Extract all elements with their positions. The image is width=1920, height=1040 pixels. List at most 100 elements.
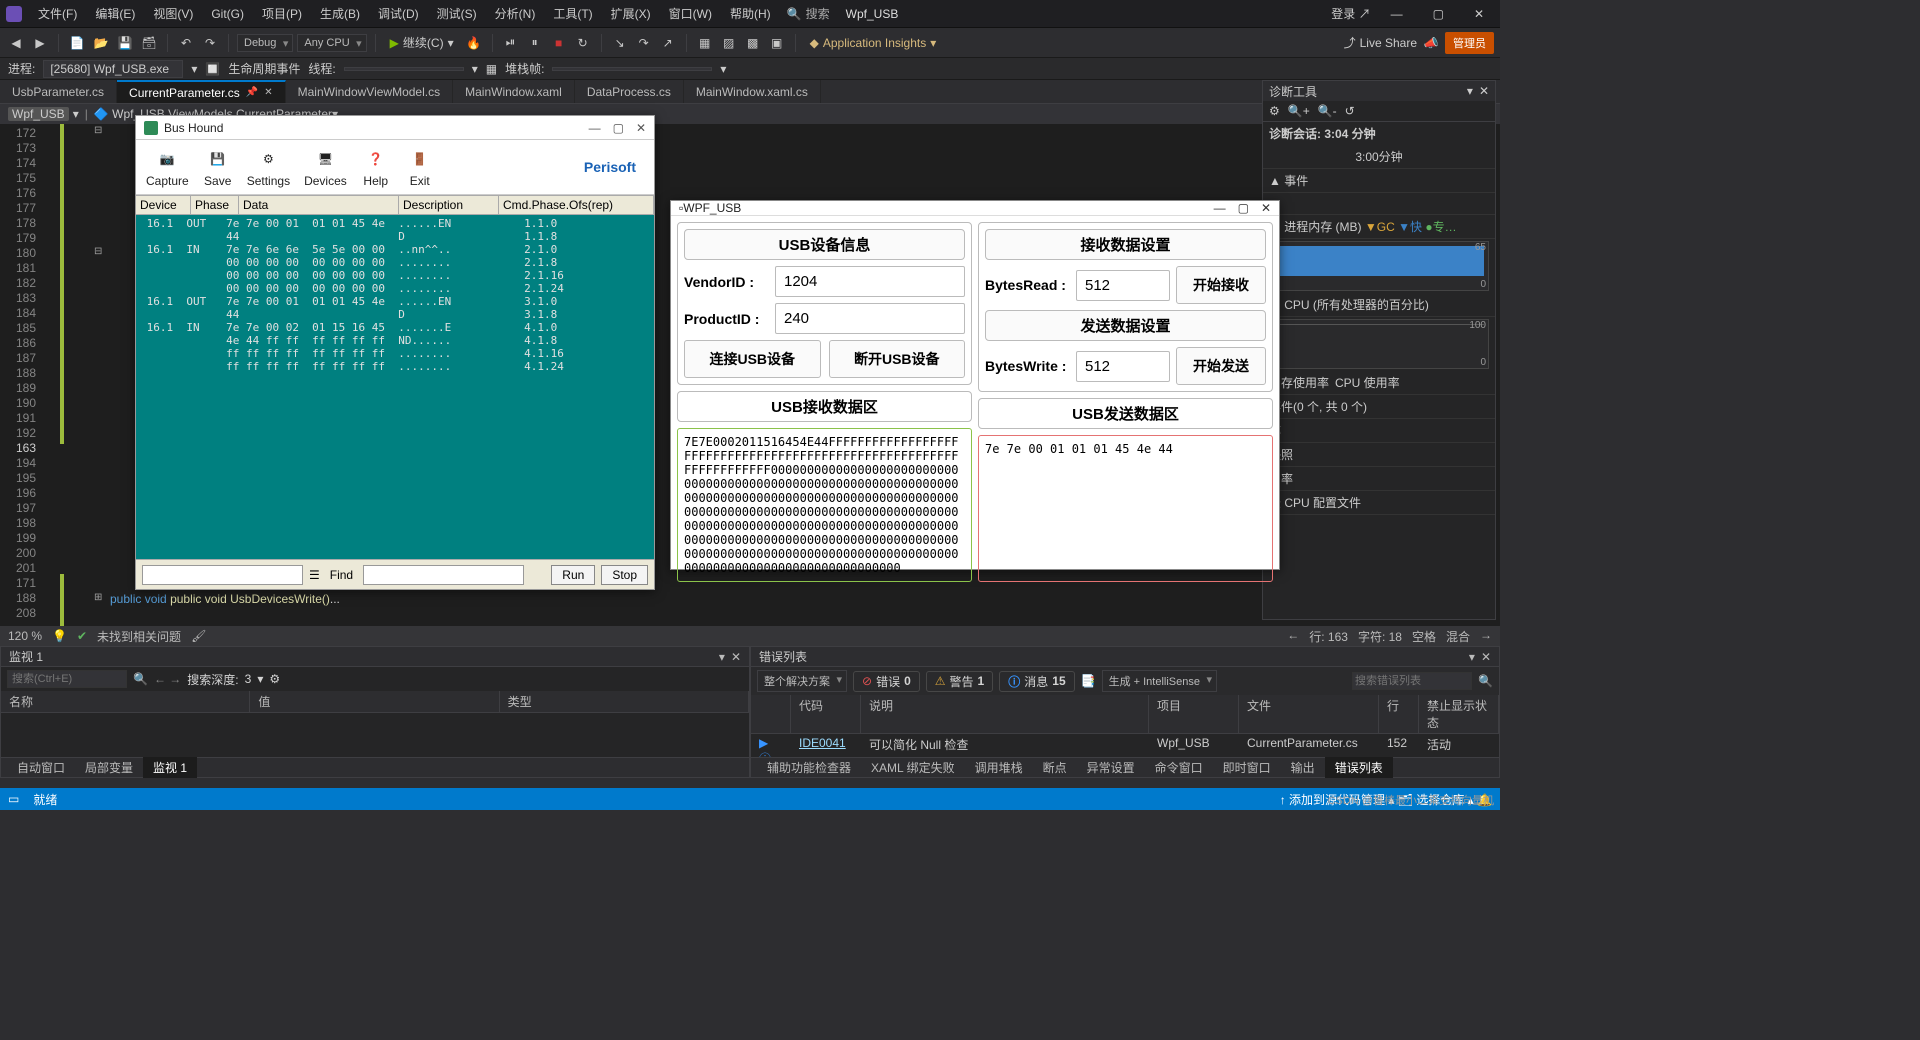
saveall-icon[interactable]: 🗃 bbox=[139, 33, 159, 53]
title-search[interactable]: 🔍 搜索 bbox=[781, 5, 836, 22]
menu-build[interactable]: 生成(B) bbox=[312, 2, 368, 25]
close-icon[interactable]: ✕ bbox=[636, 121, 646, 135]
tool-tab[interactable]: 断点 bbox=[1033, 757, 1077, 778]
min-icon[interactable]: — bbox=[589, 121, 601, 135]
panel-close-icon[interactable]: ✕ bbox=[731, 650, 741, 664]
menu-ext[interactable]: 扩展(X) bbox=[603, 2, 659, 25]
max-button[interactable]: ▢ bbox=[1423, 3, 1454, 25]
min-icon[interactable]: — bbox=[1214, 201, 1226, 215]
errors-filter[interactable]: ⊘错误0 bbox=[853, 671, 920, 692]
scope-dropdown[interactable]: 整个解决方案 bbox=[757, 670, 847, 692]
menu-window[interactable]: 窗口(W) bbox=[661, 2, 720, 25]
step-over-icon[interactable]: ↷ bbox=[634, 33, 654, 53]
xaml4-icon[interactable]: ▣ bbox=[767, 33, 787, 53]
watch-tool-icon[interactable]: ⚙ bbox=[269, 672, 280, 686]
tool-tab[interactable]: 辅助功能检查器 bbox=[757, 757, 861, 778]
xaml3-icon[interactable]: ▩ bbox=[743, 33, 763, 53]
diag-tab-cpu[interactable]: CPU 使用率 bbox=[1335, 374, 1400, 391]
gear-icon[interactable]: ⚙ bbox=[1269, 104, 1280, 118]
step-into-icon[interactable]: ↘ bbox=[610, 33, 630, 53]
col-code[interactable]: 代码 bbox=[791, 695, 861, 733]
signin-link[interactable]: 登录 ↗ bbox=[1331, 5, 1370, 22]
col-proj[interactable]: 项目 bbox=[1149, 695, 1239, 733]
menu-debug[interactable]: 调试(D) bbox=[370, 2, 427, 25]
close-icon[interactable]: ✕ bbox=[1261, 201, 1271, 215]
col-desc[interactable]: 说明 bbox=[861, 695, 1149, 733]
tool-tab[interactable]: 命令窗口 bbox=[1145, 757, 1213, 778]
connect-button[interactable]: 连接USB设备 bbox=[684, 340, 821, 378]
depth-value[interactable]: 3 bbox=[245, 672, 252, 686]
xaml2-icon[interactable]: ▨ bbox=[719, 33, 739, 53]
col-cmd[interactable]: Cmd.Phase.Ofs(rep) bbox=[499, 196, 654, 214]
tab-currentparameter[interactable]: CurrentParameter.cs📌✕ bbox=[117, 80, 286, 103]
redo-icon[interactable]: ↷ bbox=[200, 33, 220, 53]
close-tab-icon[interactable]: ✕ bbox=[264, 87, 272, 98]
zoomin-icon[interactable]: 🔍+ bbox=[1288, 104, 1310, 118]
open-icon[interactable]: 📂 bbox=[91, 33, 111, 53]
panel-close-icon[interactable]: ✕ bbox=[1481, 650, 1491, 664]
bulb-icon[interactable]: 💡 bbox=[52, 629, 67, 643]
pause-icon[interactable]: ⏸ bbox=[525, 33, 545, 53]
tab-mainxamlcs[interactable]: MainWindow.xaml.cs bbox=[684, 80, 821, 103]
col-file[interactable]: 文件 bbox=[1239, 695, 1379, 733]
frame-dropdown[interactable] bbox=[552, 67, 712, 71]
encoding-mode[interactable]: 混合 bbox=[1446, 628, 1470, 645]
thread-dropdown[interactable] bbox=[344, 67, 464, 71]
new-icon[interactable]: 📄 bbox=[67, 33, 87, 53]
max-icon[interactable]: ▢ bbox=[613, 121, 624, 135]
menu-edit[interactable]: 编辑(E) bbox=[87, 2, 143, 25]
tool-tab[interactable]: XAML 绑定失败 bbox=[861, 757, 965, 778]
menu-view[interactable]: 视图(V) bbox=[145, 2, 201, 25]
max-icon[interactable]: ▢ bbox=[1238, 201, 1249, 215]
app-insights-dropdown[interactable]: ◆ Application Insights ▾ bbox=[804, 34, 943, 52]
diag-events-hdr[interactable]: ▲ 事件 bbox=[1263, 169, 1495, 193]
dbg1-icon[interactable]: ⏯ bbox=[501, 33, 521, 53]
messages-filter[interactable]: ⓘ消息15 bbox=[999, 671, 1074, 692]
continue-button[interactable]: ▶继续(C)▾ bbox=[384, 32, 460, 53]
col-line[interactable]: 行 bbox=[1379, 695, 1419, 733]
menu-test[interactable]: 测试(S) bbox=[429, 2, 485, 25]
wpfusb-window[interactable]: ▫ WPF_USB —▢✕ USB设备信息 VendorID :1204 Pro… bbox=[670, 200, 1280, 570]
diag-cpu-hdr[interactable]: ▲ CPU (所有处理器的百分比) bbox=[1263, 293, 1495, 317]
devices-button[interactable]: 🖥Devices bbox=[304, 146, 347, 188]
undo-icon[interactable]: ↶ bbox=[176, 33, 196, 53]
menu-git[interactable]: Git(G) bbox=[203, 4, 252, 24]
brush-icon[interactable]: 🖌 bbox=[191, 629, 206, 643]
zoomout-icon[interactable]: 🔍- bbox=[1318, 104, 1337, 118]
col-icon[interactable] bbox=[751, 695, 791, 733]
panel-close-icon[interactable]: ✕ bbox=[1479, 84, 1489, 98]
exit-button[interactable]: 🚪Exit bbox=[405, 146, 435, 188]
save-icon[interactable]: 💾 bbox=[115, 33, 135, 53]
find-input[interactable] bbox=[142, 565, 303, 585]
col-state[interactable]: 禁止显示状态 bbox=[1419, 695, 1499, 733]
find-menu-icon[interactable]: ☰ bbox=[309, 568, 320, 582]
indent-mode[interactable]: 空格 bbox=[1412, 628, 1436, 645]
col-value[interactable]: 值 bbox=[250, 691, 499, 712]
run-button[interactable]: Run bbox=[551, 565, 595, 585]
menu-file[interactable]: 文件(F) bbox=[30, 2, 85, 25]
warnings-filter[interactable]: ⚠警告1 bbox=[926, 671, 993, 692]
tab-locals[interactable]: 局部变量 bbox=[75, 757, 143, 778]
col-desc[interactable]: Description bbox=[399, 196, 499, 214]
col-device[interactable]: Device bbox=[136, 196, 191, 214]
disconnect-button[interactable]: 断开USB设备 bbox=[829, 340, 966, 378]
min-button[interactable]: — bbox=[1381, 3, 1413, 25]
tool-tab[interactable]: 即时窗口 bbox=[1213, 757, 1281, 778]
bytesread-input[interactable]: 512 bbox=[1076, 270, 1170, 301]
platform-dropdown[interactable]: Any CPU bbox=[297, 34, 366, 52]
vendor-input[interactable]: 1204 bbox=[775, 266, 965, 297]
col-name[interactable]: 名称 bbox=[1, 691, 250, 712]
panel-dropdown-icon[interactable]: ▾ bbox=[1469, 650, 1475, 664]
stop-button[interactable]: Stop bbox=[601, 565, 648, 585]
col-data[interactable]: Data bbox=[239, 196, 399, 214]
send-textbox[interactable]: 7e 7e 00 01 01 01 45 4e 44 bbox=[978, 435, 1273, 582]
live-share[interactable]: ⤴ Live Share bbox=[1344, 34, 1417, 51]
nav-back-icon[interactable]: ◀ bbox=[6, 33, 26, 53]
tab-usbparameter[interactable]: UsbParameter.cs bbox=[0, 80, 117, 103]
save-button[interactable]: 💾Save bbox=[203, 146, 233, 188]
zoom-label[interactable]: 120 % bbox=[8, 629, 42, 643]
err-search-input[interactable] bbox=[1352, 672, 1472, 690]
feedback-icon[interactable]: 📣 bbox=[1421, 33, 1441, 53]
capture-data[interactable]: 16.1 OUT 7e 7e 00 01 01 01 45 4e ......E… bbox=[136, 215, 654, 559]
col-type[interactable]: 类型 bbox=[500, 691, 749, 712]
